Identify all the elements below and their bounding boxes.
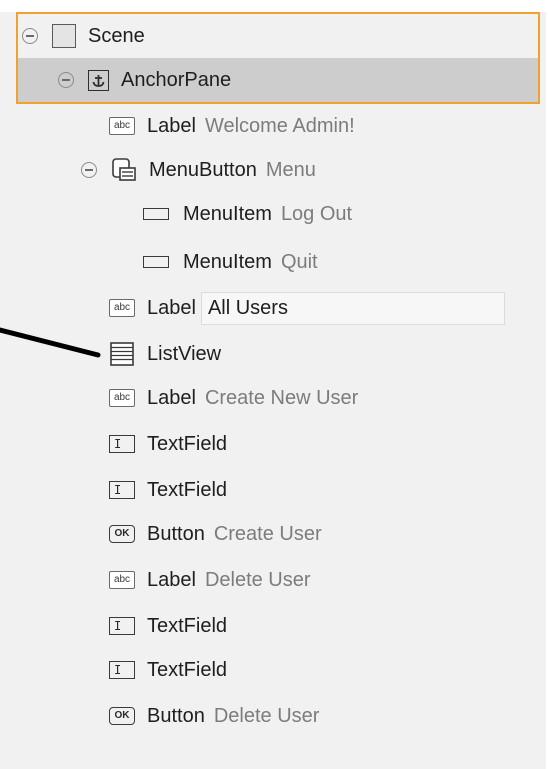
node-type: Button [147, 522, 205, 545]
node-type: MenuButton [149, 158, 257, 181]
node-detail: Delete User [204, 568, 311, 591]
textfield-icon: I [109, 661, 135, 679]
tree-row-menubutton[interactable]: MenuButton Menu [81, 148, 316, 192]
tree-row-button[interactable]: OK Button Delete User [109, 694, 319, 738]
node-detail: Create User [213, 522, 322, 545]
node-type: TextField [147, 432, 228, 455]
button-icon-text: OK [114, 710, 130, 721]
node-detail: Create New User [204, 386, 359, 409]
node-type: Label [147, 296, 196, 319]
menuitem-icon [143, 256, 169, 268]
label-icon: abc [109, 117, 135, 135]
tree-row-menuitem[interactable]: MenuItem Quit [143, 240, 318, 284]
collapse-toggle-icon[interactable] [81, 162, 97, 178]
node-detail: Menu [265, 158, 316, 181]
tree-row-label[interactable]: abc Label Welcome Admin! [109, 104, 355, 148]
node-type: TextField [147, 614, 228, 637]
listview-icon [109, 341, 135, 367]
node-type: Label [147, 386, 196, 409]
node-type: Label [147, 114, 196, 137]
label-icon: abc [109, 389, 135, 407]
tree-row-textfield[interactable]: I TextField [109, 422, 227, 466]
tree-row-textfield[interactable]: I TextField [109, 604, 227, 648]
textfield-icon-text: I [114, 483, 122, 497]
textfield-icon: I [109, 435, 135, 453]
label-icon-text: abc [113, 574, 131, 585]
textfield-icon-text: I [114, 619, 122, 633]
tree-row-label[interactable]: abc Label Delete User [109, 558, 311, 602]
menuitem-icon [143, 208, 169, 220]
node-type: TextField [147, 478, 228, 501]
node-type: TextField [147, 658, 228, 681]
node-type: ListView [147, 342, 222, 365]
label-icon-text: abc [113, 120, 131, 131]
label-icon-text: abc [113, 392, 131, 403]
selection-outline [16, 12, 540, 104]
tree-row-label[interactable]: abc Label All Users [109, 286, 505, 330]
node-type: Button [147, 704, 205, 727]
node-detail: Quit [280, 250, 318, 273]
node-type: MenuItem [183, 250, 272, 273]
tree-row-textfield[interactable]: I TextField [109, 468, 227, 512]
tree-row-menuitem[interactable]: MenuItem Log Out [143, 192, 352, 236]
textfield-icon: I [109, 617, 135, 635]
label-icon: abc [109, 571, 135, 589]
tree-row-textfield[interactable]: I TextField [109, 648, 227, 692]
tree-row-button[interactable]: OK Button Create User [109, 512, 322, 556]
textfield-icon-text: I [114, 663, 122, 677]
tree-row-listview[interactable]: ListView [109, 332, 221, 376]
button-icon: OK [109, 707, 135, 725]
label-icon-text: abc [113, 302, 131, 313]
button-icon-text: OK [114, 528, 130, 539]
textfield-icon-text: I [114, 437, 122, 451]
node-detail: Delete User [213, 704, 320, 727]
textfield-icon: I [109, 481, 135, 499]
node-detail: Welcome Admin! [204, 114, 355, 137]
hierarchy-panel: Scene AnchorPane abc Label Welcome Admin… [0, 0, 548, 769]
tree-row-label[interactable]: abc Label Create New User [109, 376, 358, 420]
node-detail-edit-field[interactable]: All Users [200, 291, 505, 325]
node-type: Label [147, 568, 196, 591]
button-icon: OK [109, 525, 135, 543]
menubutton-icon [111, 157, 137, 183]
node-detail: Log Out [280, 202, 353, 225]
label-icon: abc [109, 299, 135, 317]
node-type: MenuItem [183, 202, 272, 225]
